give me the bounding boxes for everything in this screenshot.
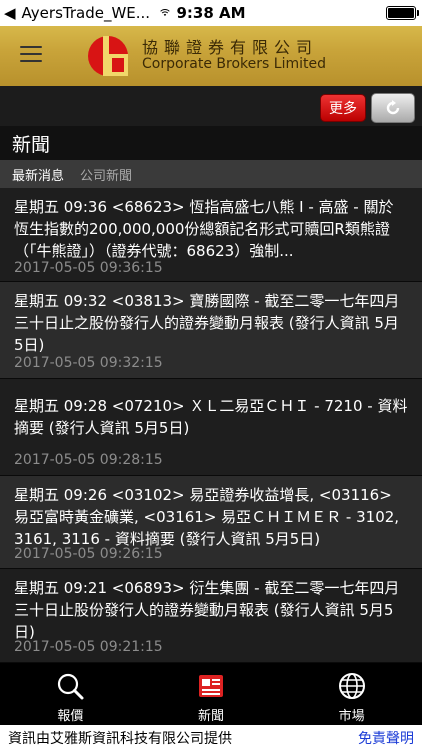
- nav-market-label: 市場: [338, 709, 365, 724]
- company-logo-icon: [88, 36, 128, 76]
- news-item[interactable]: 星期五 09:36 <68623> 恆指高盛七八熊 I - 高盛 - 關於恆生指…: [0, 188, 422, 282]
- news-item[interactable]: 星期五 09:32 <03813> 寶勝國際 - 截至二零一七年四月三十日止之股…: [0, 282, 422, 379]
- search-icon: [58, 673, 84, 700]
- nav-market[interactable]: 市場: [281, 663, 422, 725]
- nav-news[interactable]: 新聞: [141, 663, 282, 725]
- news-headline: 星期五 09:21 <06893> 衍生集團 - 截至二零一七年四月三十日止股份…: [14, 579, 400, 641]
- more-button[interactable]: 更多: [320, 94, 366, 122]
- status-bar-left: ◀ AyersTrade_WE...: [0, 4, 170, 22]
- news-headline: 星期五 09:28 <07210> ＸＬ二易亞ＣＨＩ - 7210 - 資料摘要…: [14, 397, 408, 437]
- wifi-icon: [160, 9, 170, 17]
- page-title: 新聞: [12, 134, 51, 156]
- nav-quotes[interactable]: 報價: [0, 663, 141, 725]
- refresh-icon: [386, 100, 400, 115]
- nav-quotes-label: 報價: [57, 709, 84, 724]
- status-bar: ◀ AyersTrade_WE... 9:38 AM: [0, 0, 422, 26]
- news-item[interactable]: 星期五 09:28 <07210> ＸＬ二易亞ＣＨＩ - 7210 - 資料摘要…: [0, 379, 422, 476]
- globe-icon: [338, 673, 365, 699]
- nav-news-label: 新聞: [198, 709, 225, 724]
- news-headline: 星期五 09:26 <03102> 易亞證券收益增長, <03116> 易亞富時…: [14, 486, 400, 548]
- brand-name-chinese: 協聯證券有限公司: [142, 38, 319, 57]
- refresh-button[interactable]: [371, 93, 415, 123]
- news-list: 星期五 09:36 <68623> 恆指高盛七八熊 I - 高盛 - 關於恆生指…: [0, 188, 422, 663]
- toolbar: 更多: [0, 86, 422, 126]
- app-header: 協聯證券有限公司 Corporate Brokers Limited: [0, 26, 422, 86]
- news-timestamp: 2017-05-05 09:26:15: [14, 546, 163, 562]
- tab-latest-news[interactable]: 最新消息: [0, 165, 72, 184]
- hamburger-menu-icon[interactable]: [20, 46, 42, 66]
- news-icon: [199, 675, 223, 697]
- carrier-label: AyersTrade_WE...: [21, 4, 151, 22]
- brand-name-english: Corporate Brokers Limited: [142, 56, 326, 72]
- disclaimer-link[interactable]: 免責聲明: [358, 728, 414, 748]
- news-tabs: 最新消息 公司新聞: [0, 160, 422, 188]
- data-provider-text: 資訊由艾雅斯資訊科技有限公司提供: [8, 730, 232, 747]
- news-headline: 星期五 09:36 <68623> 恆指高盛七八熊 I - 高盛 - 關於恆生指…: [14, 198, 394, 260]
- news-timestamp: 2017-05-05 09:36:15: [14, 260, 163, 276]
- news-timestamp: 2017-05-05 09:28:15: [14, 452, 163, 468]
- bottom-nav: 報價 新聞 市場: [0, 663, 422, 725]
- news-item[interactable]: 星期五 09:26 <03102> 易亞證券收益增長, <03116> 易亞富時…: [0, 476, 422, 569]
- footer: 資訊由艾雅斯資訊科技有限公司提供 免責聲明: [0, 725, 422, 750]
- back-chevron-icon[interactable]: ◀: [4, 4, 16, 22]
- news-timestamp: 2017-05-05 09:32:15: [14, 355, 163, 371]
- news-timestamp: 2017-05-05 09:21:15: [14, 639, 163, 655]
- battery-icon: [386, 6, 419, 20]
- news-headline: 星期五 09:32 <03813> 寶勝國際 - 截至二零一七年四月三十日止之股…: [14, 292, 400, 354]
- tab-company-news[interactable]: 公司新聞: [72, 165, 140, 184]
- news-item[interactable]: 星期五 09:21 <06893> 衍生集團 - 截至二零一七年四月三十日止股份…: [0, 569, 422, 663]
